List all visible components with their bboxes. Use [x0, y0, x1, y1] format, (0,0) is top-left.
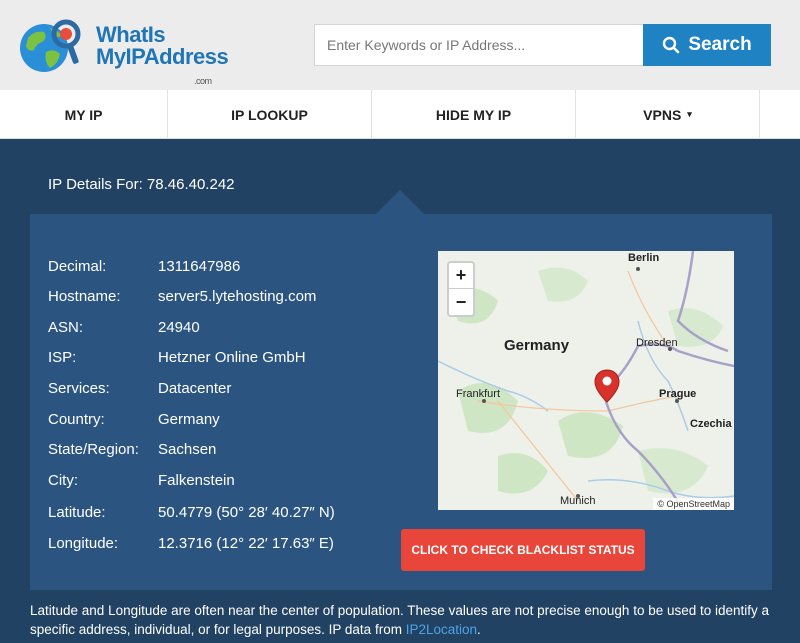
detail-value: Hetzner Online GmbH	[158, 349, 306, 366]
check-blacklist-button[interactable]: CLICK TO CHECK BLACKLIST STATUS	[401, 529, 645, 571]
ip2location-link[interactable]: IP2Location	[406, 622, 477, 637]
zoom-out-button[interactable]: −	[449, 289, 473, 315]
detail-label: Decimal:	[48, 258, 107, 275]
detail-row-isp: ISP: Hetzner Online GmbH	[48, 349, 306, 366]
globe-logo-icon	[20, 19, 81, 72]
nav-vpns-label: VPNS	[643, 106, 682, 123]
search-icon	[663, 36, 680, 54]
nav-my-ip[interactable]: MY IP	[0, 90, 168, 139]
detail-label: ASN:	[48, 319, 84, 336]
logo-line-2: MyIPAddress	[96, 44, 229, 69]
search-input[interactable]	[314, 24, 644, 66]
map-label-dresden: Dresden	[636, 337, 678, 349]
location-marker-icon[interactable]	[593, 368, 621, 406]
detail-label: ISP:	[48, 349, 77, 366]
zoom-in-button[interactable]: +	[449, 263, 473, 289]
panel-pointer	[376, 190, 424, 214]
logo-suffix: .com	[194, 76, 212, 86]
ip-details-heading: IP Details For: 78.46.40.242	[48, 176, 235, 193]
detail-value: 24940	[158, 319, 200, 336]
site-logo[interactable]: WhatIs MyIPAddress .com	[14, 16, 229, 86]
detail-row-state: State/Region: Sachsen	[48, 441, 216, 458]
detail-row-decimal: Decimal: 1311647986	[48, 258, 240, 275]
nav-ip-lookup-label: IP LOOKUP	[231, 106, 308, 123]
detail-label: Latitude:	[48, 504, 106, 521]
detail-label: Longitude:	[48, 535, 119, 552]
nav-ip-lookup[interactable]: IP LOOKUP	[168, 90, 372, 139]
map-label-munich: Munich	[560, 495, 596, 507]
main-nav: MY IP IP LOOKUP HIDE MY IP VPNS ▾	[0, 90, 800, 139]
detail-value: Datacenter	[158, 380, 232, 397]
map-zoom-control: + −	[447, 261, 475, 317]
map-label-prague: Prague	[659, 388, 697, 400]
detail-row-hostname: Hostname: server5.lytehosting.com	[48, 288, 316, 305]
detail-label: Country:	[48, 411, 105, 428]
search-button-label: Search	[688, 34, 752, 55]
detail-value: server5.lytehosting.com	[158, 288, 317, 305]
detail-value: 50.4779 (50° 28′ 40.27″ N)	[158, 504, 335, 521]
detail-label: State/Region:	[48, 441, 139, 458]
detail-value: 12.3716 (12° 22′ 17.63″ E)	[158, 535, 334, 552]
nav-hide-my-ip-label: HIDE MY IP	[435, 106, 512, 123]
location-map[interactable]: Berlin Germany Dresden Frankfurt Prague …	[438, 251, 734, 510]
search-button[interactable]: Search	[643, 24, 771, 66]
map-label-germany: Germany	[504, 337, 570, 354]
detail-row-latitude: Latitude: 50.4779 (50° 28′ 40.27″ N)	[48, 504, 335, 521]
nav-vpns[interactable]: VPNS ▾	[576, 90, 760, 139]
nav-my-ip-label: MY IP	[64, 106, 103, 123]
logo-line-1: WhatIs	[96, 22, 166, 47]
nav-hide-my-ip[interactable]: HIDE MY IP	[372, 90, 576, 139]
map-label-czechia: Czechia	[690, 418, 732, 430]
caret-down-icon: ▾	[687, 109, 692, 119]
detail-value: Germany	[158, 411, 220, 428]
detail-row-services: Services: Datacenter	[48, 380, 231, 397]
detail-value: Sachsen	[158, 441, 217, 458]
detail-value: 1311647986	[158, 258, 241, 275]
detail-row-asn: ASN: 24940	[48, 319, 200, 336]
site-header: WhatIs MyIPAddress .com Search	[0, 0, 800, 90]
logo-text: WhatIs MyIPAddress .com	[96, 22, 229, 87]
detail-value: Falkenstein	[158, 472, 235, 489]
detail-label: Hostname:	[48, 288, 121, 305]
disclaimer-text: Latitude and Longitude are often near th…	[30, 603, 770, 637]
map-attribution[interactable]: © OpenStreetMap	[653, 498, 734, 510]
location-disclaimer: Latitude and Longitude are often near th…	[30, 601, 780, 639]
map-label-frankfurt: Frankfurt	[456, 388, 501, 400]
detail-label: Services:	[48, 380, 110, 397]
map-tiles	[438, 251, 734, 510]
detail-row-city: City: Falkenstein	[48, 472, 235, 489]
disclaimer-period: .	[477, 622, 481, 637]
detail-row-country: Country: Germany	[48, 411, 220, 428]
detail-label: City:	[48, 472, 78, 489]
detail-row-longitude: Longitude: 12.3716 (12° 22′ 17.63″ E)	[48, 535, 334, 552]
map-label-berlin: Berlin	[628, 252, 660, 264]
